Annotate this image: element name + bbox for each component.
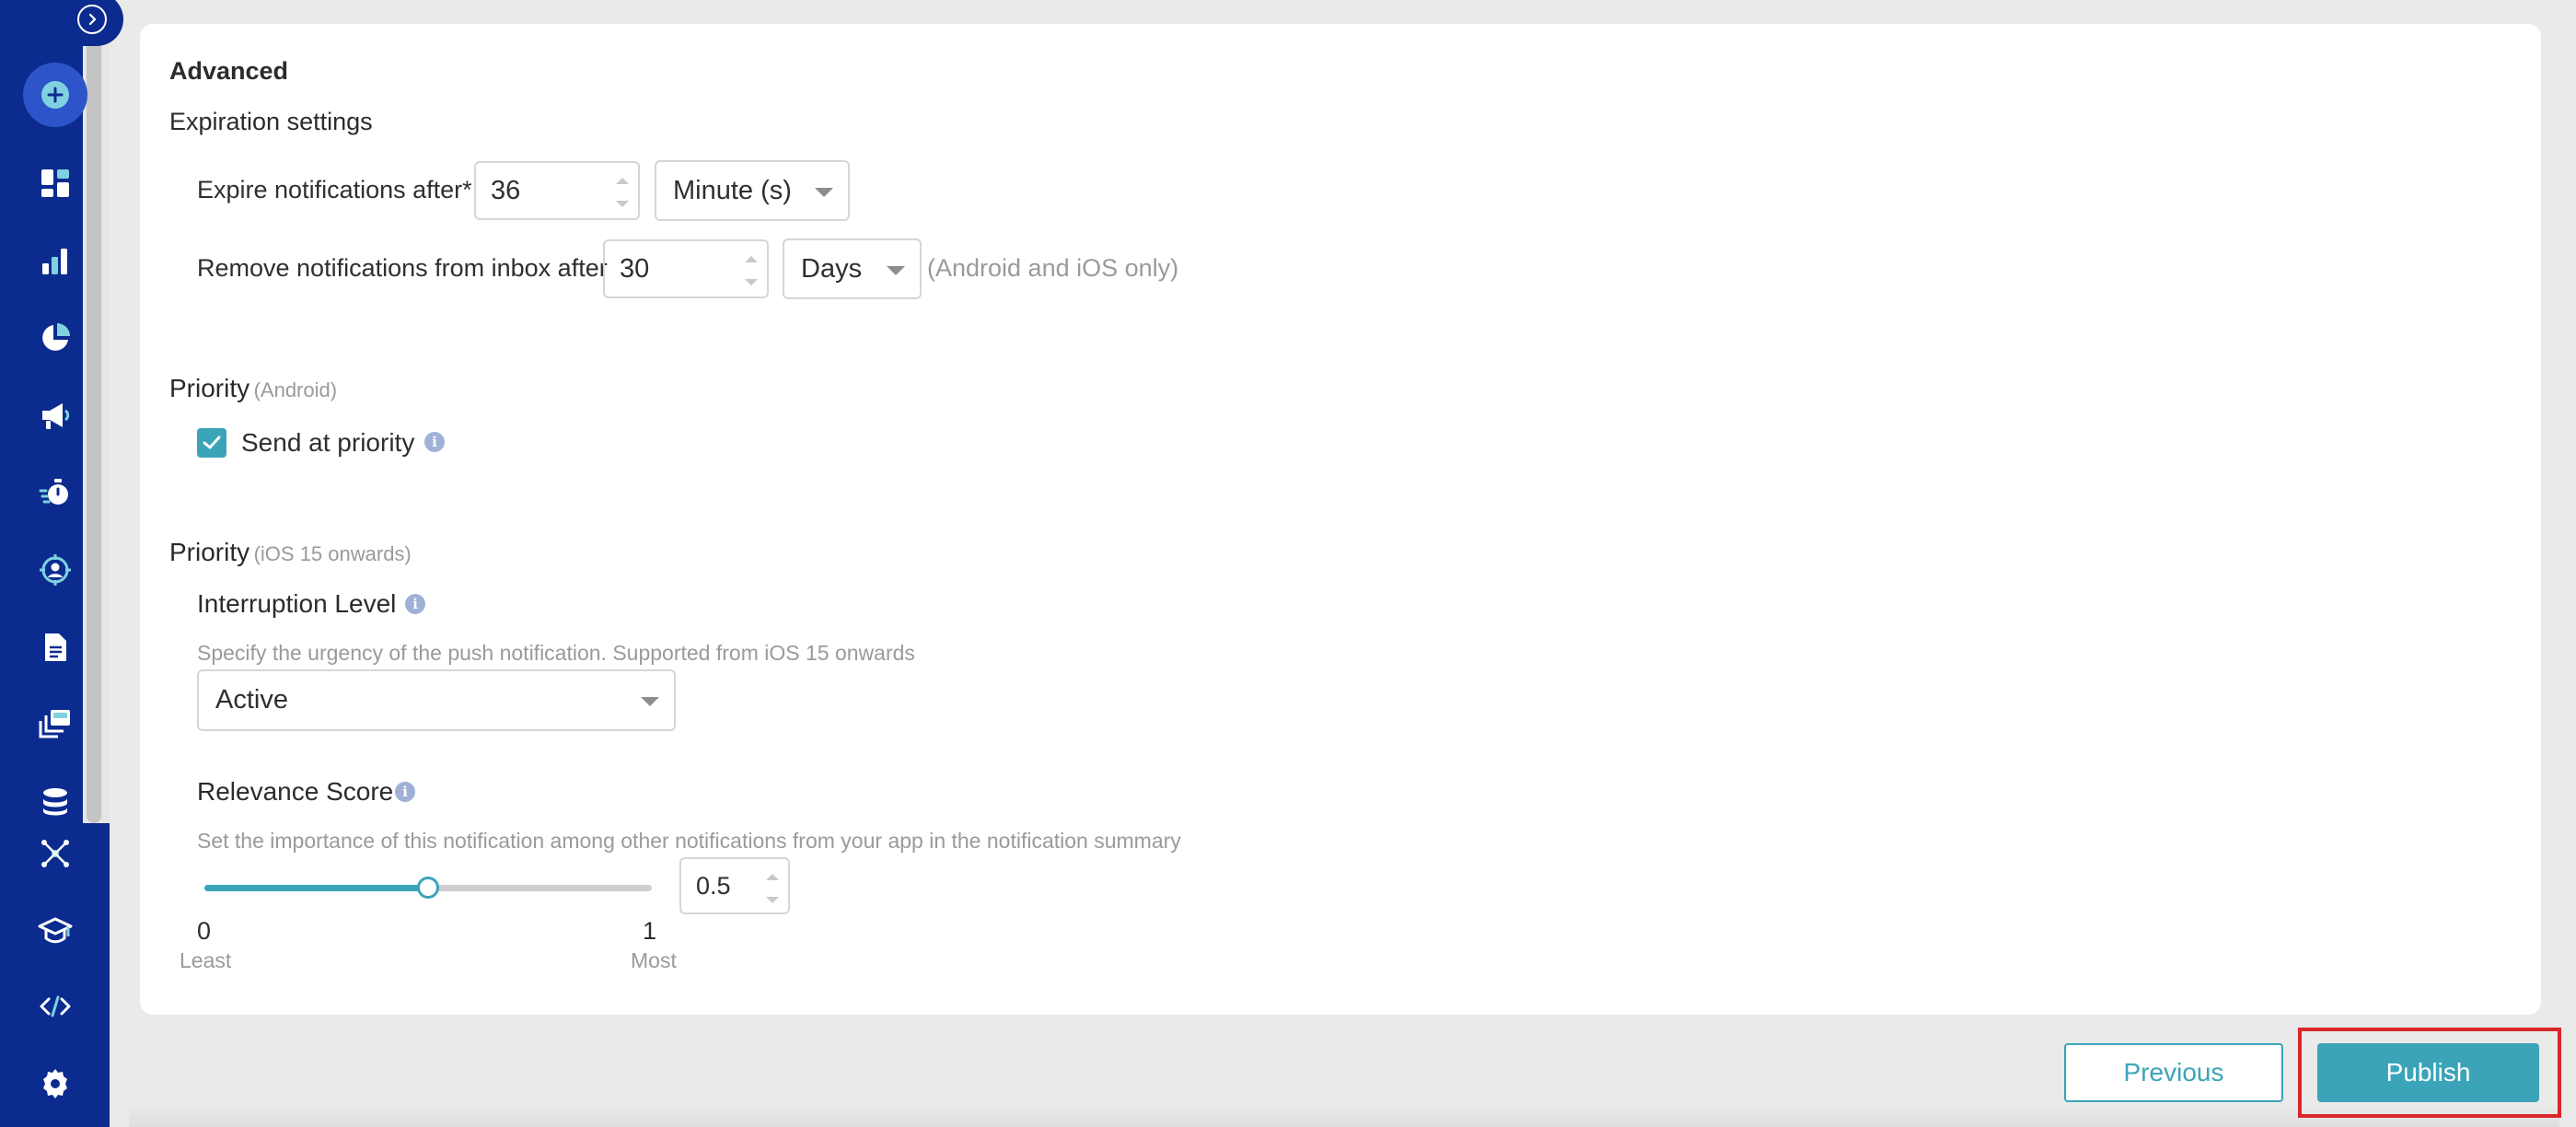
footer-shadow: [129, 1105, 2559, 1127]
relevance-slider-fill: [204, 885, 428, 891]
expire-unit-select[interactable]: Minute (s): [655, 160, 850, 221]
relevance-score-title: Relevance Score: [197, 777, 394, 806]
relevance-score-hint: Set the importance of this notification …: [197, 829, 1181, 853]
slider-max-value: 1: [643, 917, 657, 945]
check-icon: [203, 436, 221, 449]
expire-stepper-icon[interactable]: [616, 174, 629, 211]
remove-value: 30: [620, 253, 650, 284]
expand-sidebar-button[interactable]: [77, 5, 107, 34]
interruption-level-title: Interruption Level: [197, 589, 397, 618]
slider-max-label: Most: [631, 948, 677, 972]
info-icon[interactable]: i: [424, 432, 445, 452]
section-title: Advanced: [169, 57, 289, 85]
document-icon[interactable]: [32, 624, 78, 670]
sidebar-scrollbar[interactable]: [87, 0, 101, 823]
user-target-icon[interactable]: [32, 547, 78, 593]
interruption-level-value: Active: [215, 685, 288, 715]
timer-icon[interactable]: [32, 470, 78, 516]
remove-value-input[interactable]: 30: [603, 239, 769, 298]
slider-min-label: Least: [180, 948, 232, 972]
android-priority-heading: Priority (Android): [169, 374, 337, 403]
settings-icon[interactable]: [32, 1061, 78, 1107]
templates-icon[interactable]: [32, 702, 78, 748]
ios-priority-heading: Priority (iOS 15 onwards): [169, 538, 412, 567]
expire-label: Expire notifications after*: [197, 176, 472, 203]
slider-min-value: 0: [197, 917, 212, 945]
chevron-down-icon: [887, 266, 905, 275]
remove-stepper-icon[interactable]: [745, 252, 758, 289]
expire-value-input[interactable]: 36: [474, 161, 640, 220]
interruption-level-select[interactable]: Active: [197, 669, 676, 731]
remove-unit-value: Days: [801, 253, 863, 284]
ios-priority-qualifier: (iOS 15 onwards): [253, 542, 412, 565]
android-priority-title: Priority: [169, 374, 250, 402]
ios-priority-title: Priority: [169, 538, 250, 566]
analytics-icon[interactable]: [32, 238, 78, 284]
create-button[interactable]: [23, 63, 87, 127]
expiration-settings-title: Expiration settings: [169, 108, 373, 135]
relevance-slider-handle[interactable]: [417, 877, 439, 899]
remove-label: Remove notifications from inbox after: [197, 254, 608, 282]
plus-icon: [41, 81, 69, 109]
chevron-down-icon: [641, 697, 659, 706]
segments-icon[interactable]: [32, 315, 78, 361]
info-icon[interactable]: i: [395, 782, 415, 802]
advanced-settings-card: Advanced Expiration settings Expire noti…: [140, 24, 2541, 1015]
send-at-priority-checkbox[interactable]: [197, 428, 226, 458]
remove-note: (Android and iOS only): [927, 254, 1179, 282]
info-icon[interactable]: i: [405, 594, 425, 614]
sidebar: [0, 0, 123, 1127]
previous-button[interactable]: Previous: [2064, 1043, 2283, 1102]
relevance-value: 0.5: [696, 871, 731, 900]
expire-unit-value: Minute (s): [673, 175, 792, 205]
relevance-value-input[interactable]: 0.5: [679, 857, 790, 914]
academy-icon[interactable]: [32, 908, 78, 954]
publish-button[interactable]: Publish: [2317, 1043, 2539, 1102]
campaigns-icon[interactable]: [32, 392, 78, 438]
relevance-slider[interactable]: [204, 877, 652, 899]
code-icon[interactable]: [32, 983, 78, 1029]
integrations-icon[interactable]: [32, 831, 78, 877]
interruption-level-hint: Specify the urgency of the push notifica…: [197, 641, 915, 665]
relevance-stepper-icon[interactable]: [766, 870, 779, 907]
send-at-priority-label: Send at priority: [241, 428, 415, 457]
database-icon[interactable]: [32, 779, 78, 825]
chevron-down-icon: [815, 188, 833, 197]
expire-value: 36: [491, 175, 521, 205]
android-priority-qualifier: (Android): [253, 378, 338, 401]
remove-unit-select[interactable]: Days: [783, 238, 922, 299]
chevron-right-icon: [88, 13, 97, 26]
dashboard-icon[interactable]: [32, 160, 78, 206]
